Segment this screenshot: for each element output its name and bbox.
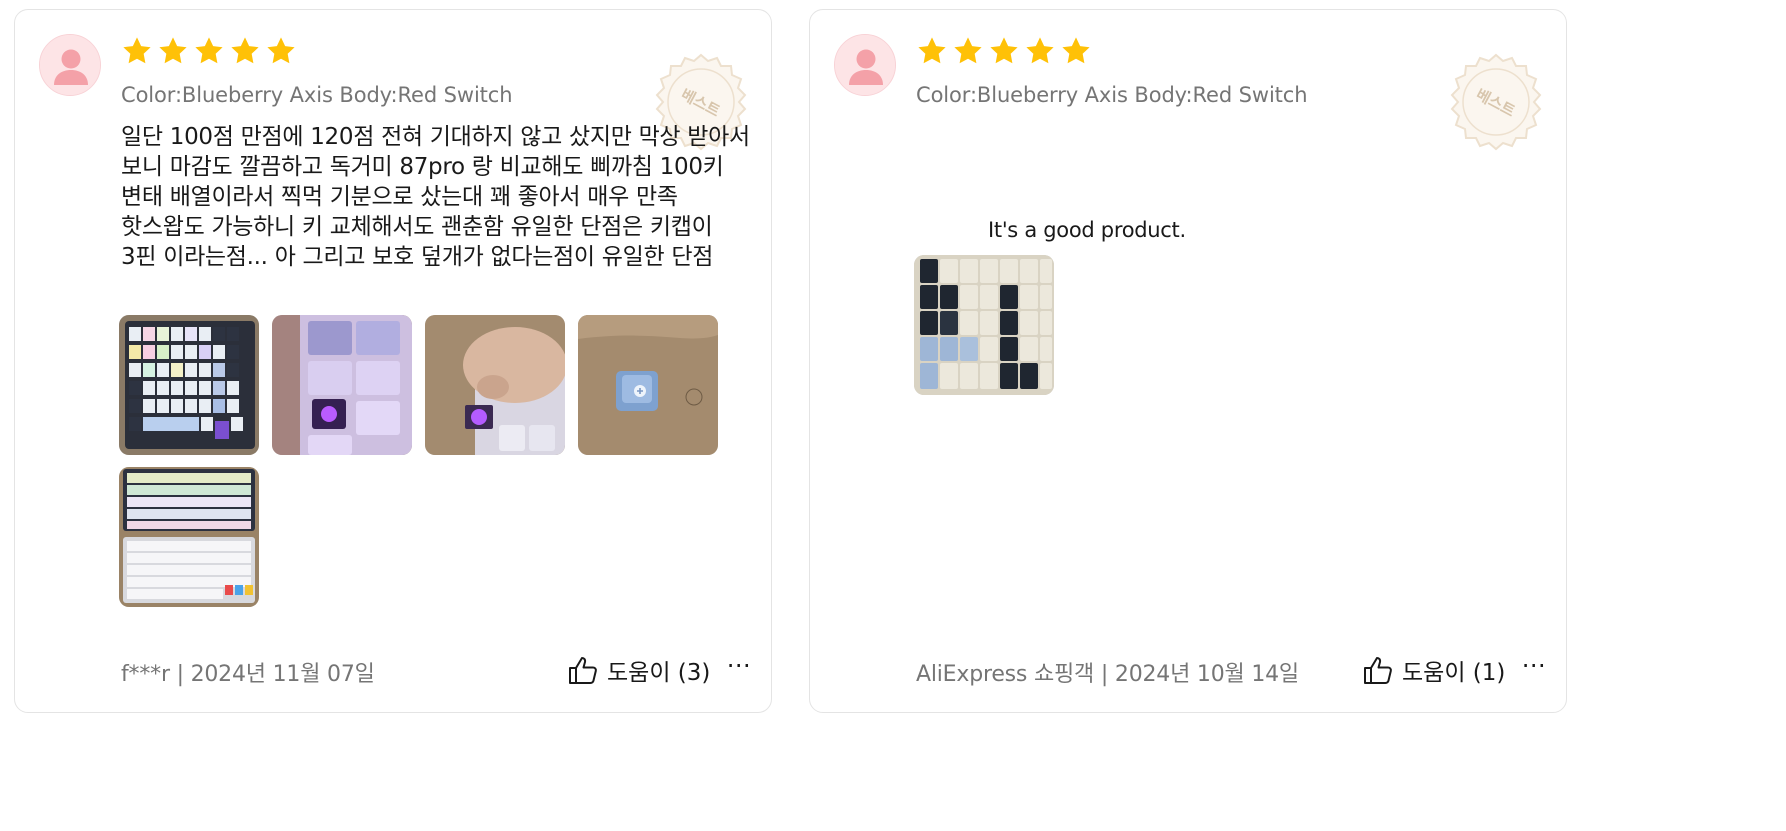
star-icon [193, 35, 225, 67]
helpful-label: 도움이 (3) [607, 660, 711, 686]
more-options-button[interactable]: ⋯ [723, 650, 753, 684]
review-photo[interactable] [425, 315, 565, 455]
star-icon [1060, 35, 1092, 67]
review-text: It's a good product. [988, 218, 1186, 242]
star-icon [988, 35, 1020, 67]
helpful-button[interactable]: 도움이 (3) [567, 653, 710, 687]
star-icon [916, 35, 948, 67]
review-photos [119, 315, 739, 607]
star-icon [157, 35, 189, 67]
review-photo[interactable] [578, 315, 718, 455]
review-photo[interactable] [119, 315, 259, 455]
best-badge: 베스트 [1446, 52, 1546, 152]
thumbs-up-icon [1362, 654, 1394, 686]
review-photos [914, 255, 1534, 395]
review-card: Color:Blueberry Axis Body:Red Switch 베스트… [809, 9, 1567, 713]
product-variant: Color:Blueberry Axis Body:Red Switch [916, 83, 1308, 107]
user-avatar-icon [834, 34, 896, 96]
star-icon [265, 35, 297, 67]
best-seal-icon: 베스트 [1446, 52, 1546, 152]
helpful-label: 도움이 (1) [1402, 660, 1506, 686]
product-variant: Color:Blueberry Axis Body:Red Switch [121, 83, 513, 107]
helpful-button[interactable]: 도움이 (1) [1362, 653, 1505, 687]
star-icon [1024, 35, 1056, 67]
star-icon [952, 35, 984, 67]
thumbs-up-icon [567, 654, 599, 686]
review-text: 일단 100점 만점에 120점 전혀 기대하지 않고 샀지만 막상 받아서 보… [121, 124, 750, 270]
user-avatar-icon [39, 34, 101, 96]
star-rating [916, 35, 1092, 69]
star-icon [229, 35, 261, 67]
star-rating [121, 35, 297, 69]
star-icon [121, 35, 153, 67]
review-photo[interactable] [119, 467, 259, 607]
more-options-button[interactable]: ⋯ [1518, 650, 1548, 684]
author-and-date: f***r | 2024년 11월 07일 [121, 662, 375, 687]
review-card: Color:Blueberry Axis Body:Red Switch 베스트… [14, 9, 772, 713]
author-and-date: AliExpress 쇼핑객 | 2024년 10월 14일 [916, 662, 1299, 687]
review-photo[interactable] [272, 315, 412, 455]
review-photo[interactable] [914, 255, 1054, 395]
